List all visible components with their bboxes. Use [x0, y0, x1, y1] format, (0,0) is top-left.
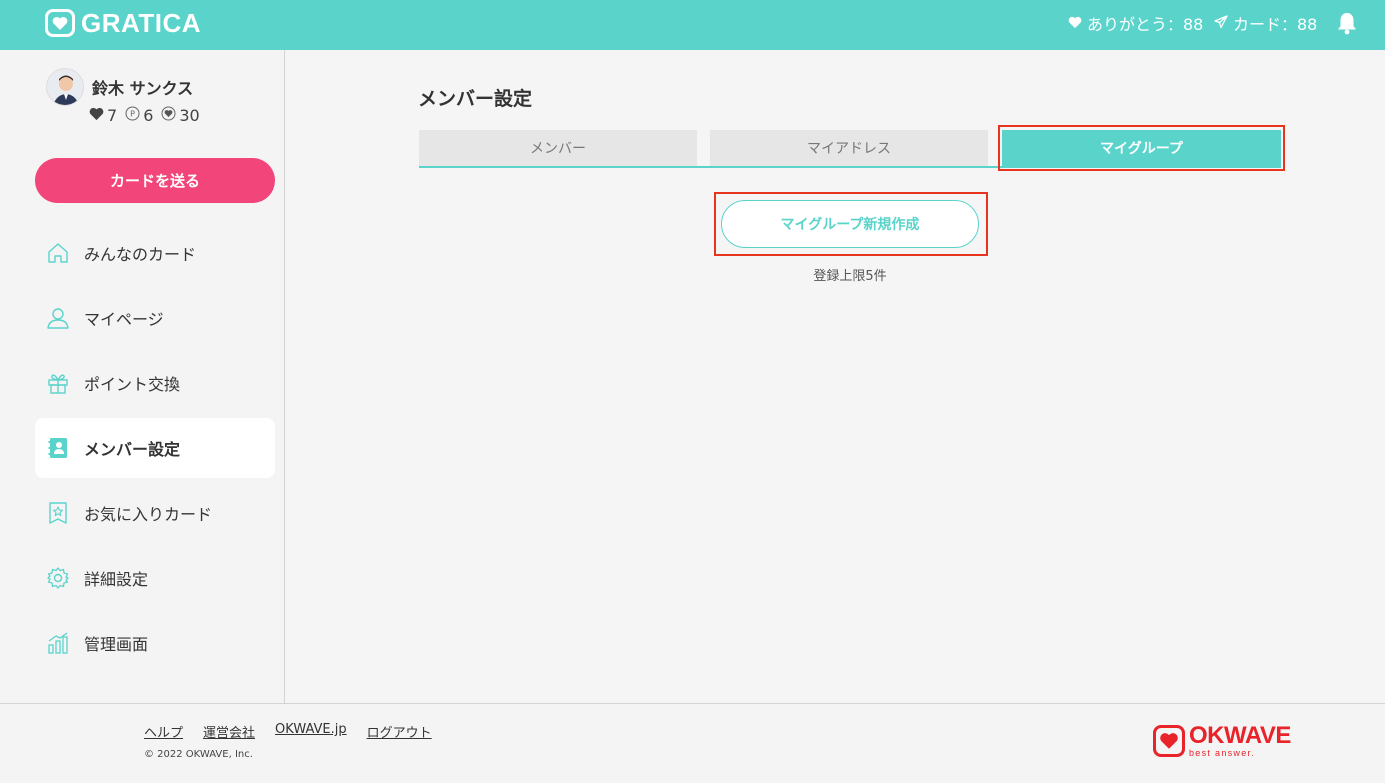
registration-limit-text: 登録上限5件: [813, 269, 887, 284]
sidebar-item-label: メンバー設定: [84, 440, 181, 459]
heart-icon: [1068, 14, 1082, 33]
heart-badge-stat: 30: [161, 106, 200, 125]
footer-link-logout[interactable]: ログアウト: [367, 722, 432, 741]
sidebar-item-all-cards[interactable]: みんなのカード: [35, 223, 275, 283]
sidebar-item-point-exchange[interactable]: ポイント交換: [35, 353, 275, 413]
sidebar-item-label: みんなのカード: [84, 245, 197, 264]
sidebar: 鈴木 サンクス 7 P 6 30 カードを送る みんなのカード マイページ ポイ…: [0, 50, 285, 703]
tab-my-address[interactable]: マイアドレス: [710, 130, 988, 166]
person-icon: [46, 306, 70, 330]
sidebar-item-label: 管理画面: [84, 635, 149, 654]
new-group-button[interactable]: マイグループ新規作成: [721, 200, 979, 248]
point-icon: P: [125, 106, 140, 125]
svg-text:P: P: [130, 110, 135, 119]
heart-stat-value: 7: [107, 106, 118, 125]
member-tabs: メンバー マイアドレス マイグループ: [419, 130, 1281, 168]
send-card-button[interactable]: カードを送る: [35, 158, 275, 203]
sidebar-item-admin[interactable]: 管理画面: [35, 613, 275, 673]
tab-members[interactable]: メンバー: [419, 130, 697, 166]
sidebar-nav: みんなのカード マイページ ポイント交換 メンバー設定 お気に入りカード 詳細設…: [35, 223, 275, 678]
gear-icon: [46, 566, 70, 590]
sidebar-item-label: お気に入りカード: [84, 505, 213, 524]
cards-count-text: カード：88: [1233, 15, 1318, 34]
heart-stat: 7: [89, 106, 117, 125]
cards-counter: カード：88: [1214, 11, 1317, 35]
gift-icon: [46, 371, 70, 395]
footer-links: ヘルプ 運営会社 OKWAVE.jp ログアウト: [144, 722, 432, 741]
address-book-icon: [46, 436, 70, 460]
point-stat: P 6: [125, 106, 153, 125]
heart-badge-icon: [161, 106, 176, 125]
footer-link-okwave[interactable]: OKWAVE.jp: [275, 722, 347, 741]
footer: ヘルプ 運営会社 OKWAVE.jp ログアウト © 2022 OKWAVE, …: [0, 703, 1385, 783]
gratica-logo[interactable]: GRATICA: [45, 8, 201, 38]
sidebar-item-label: ポイント交換: [84, 375, 181, 394]
heart-logo-icon: [45, 9, 75, 37]
sidebar-item-favorite-cards[interactable]: お気に入りカード: [35, 483, 275, 543]
avatar[interactable]: [46, 68, 84, 106]
sidebar-item-label: 詳細設定: [84, 570, 149, 589]
bookmark-star-icon: [46, 501, 70, 525]
chart-icon: [46, 631, 70, 655]
logo-text: GRATICA: [81, 7, 202, 38]
okwave-tagline: best answer.: [1189, 748, 1256, 758]
paper-plane-icon: [1214, 14, 1228, 33]
okwave-heart-icon: [1153, 725, 1185, 757]
sidebar-item-my-page[interactable]: マイページ: [35, 288, 275, 348]
thanks-count-text: ありがとう：88: [1087, 15, 1204, 34]
sidebar-item-detail-settings[interactable]: 詳細設定: [35, 548, 275, 608]
heart-icon: [89, 106, 104, 125]
tab-my-group[interactable]: マイグループ: [1002, 130, 1281, 166]
copyright: © 2022 OKWAVE, Inc.: [144, 749, 253, 760]
okwave-name: OKWAVE: [1189, 722, 1291, 749]
page-title: メンバー設定: [418, 88, 533, 110]
okwave-wordmark: OKWAVE best answer.: [1189, 724, 1291, 758]
home-icon: [46, 241, 70, 265]
footer-link-help[interactable]: ヘルプ: [144, 722, 183, 741]
sidebar-item-member-settings[interactable]: メンバー設定: [35, 418, 275, 478]
footer-link-company[interactable]: 運営会社: [203, 722, 255, 741]
point-stat-value: 6: [143, 106, 154, 125]
bell-icon[interactable]: [1334, 10, 1360, 36]
tab-underline: [419, 166, 1281, 168]
user-stats: 7 P 6 30: [89, 106, 200, 125]
heart-badge-stat-value: 30: [179, 106, 200, 125]
user-name: 鈴木 サンクス: [92, 79, 194, 98]
top-header: GRATICA ありがとう：88 カード：88: [0, 0, 1385, 50]
thanks-counter: ありがとう：88: [1068, 11, 1203, 35]
okwave-logo[interactable]: OKWAVE best answer.: [1153, 724, 1291, 758]
sidebar-item-label: マイページ: [84, 310, 164, 329]
